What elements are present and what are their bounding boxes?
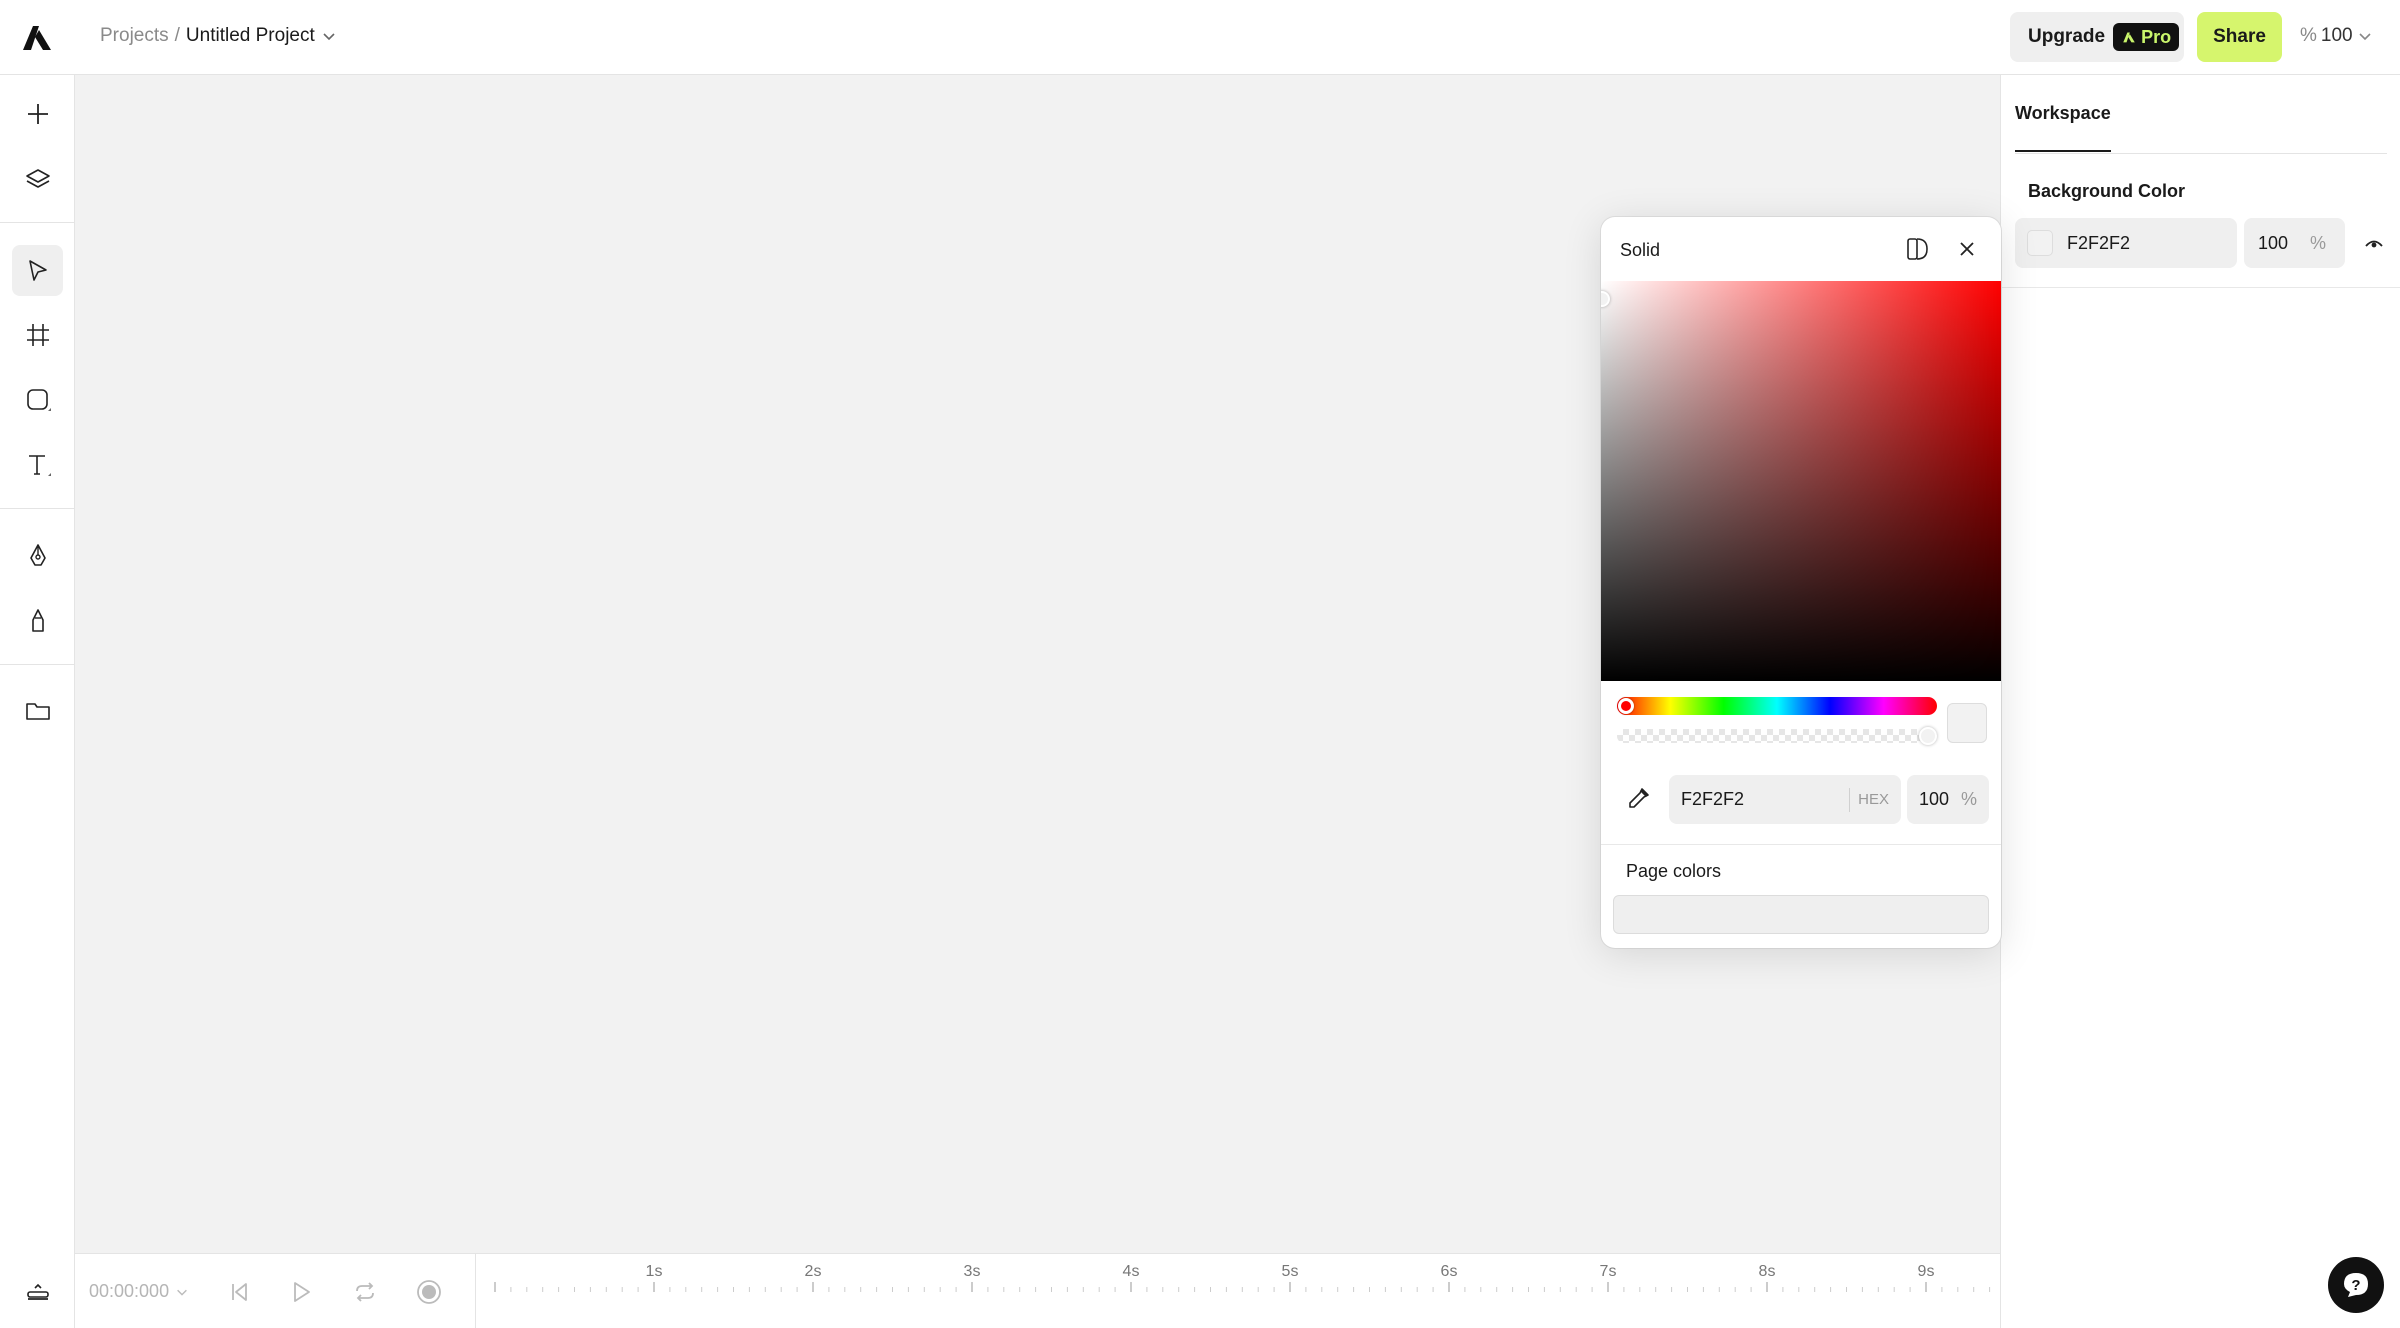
upgrade-label: Upgrade [2028,26,2106,47]
share-button[interactable]: Share [2197,12,2282,62]
add-button[interactable] [12,88,63,139]
chevron-down-icon[interactable] [321,28,337,44]
tab-workspace[interactable]: Workspace [2015,103,2111,152]
panel-divider [2001,287,2400,288]
ruler-tick-label: 6s [1441,1263,1458,1280]
help-button[interactable]: ? [2328,1257,2384,1313]
close-icon[interactable] [1956,238,1978,260]
toolbar-divider [0,222,75,223]
saturation-value-area[interactable] [1601,281,2001,681]
color-picker-popup: Solid F2F2F2 HEX 100 % Page colors [1601,217,2001,948]
ruler-tick-label: 1s [646,1263,663,1280]
pro-badge: Pro [2113,23,2180,51]
toolbar-divider [0,508,75,509]
ruler-tick-label: 2s [805,1263,822,1280]
eyedropper-icon[interactable] [1625,786,1651,812]
background-color-field[interactable]: F2F2F2 [2015,218,2237,268]
background-opacity-field[interactable]: 100 % [2244,218,2345,268]
alpha-slider[interactable] [1617,727,1937,745]
breadcrumb-projects-link[interactable]: Projects [100,25,169,47]
layers-icon [25,168,50,188]
top-bar: Projects / Untitled Project Upgrade Pro … [0,0,2400,75]
assets-button[interactable] [12,685,63,736]
pro-label: Pro [2141,26,2172,47]
timeline-ruler[interactable]: 1s 2s 3s 4s 5s 6s 7s 8s 9s [485,1254,1995,1328]
shape-icon [26,388,51,411]
ruler-tick-label: 8s [1759,1263,1776,1280]
saturation-handle[interactable] [1601,291,1610,307]
current-time: 00:00:000 [89,1281,170,1301]
select-icon [28,259,47,281]
background-color-label: Background Color [2028,181,2186,201]
record-icon[interactable] [415,1278,443,1306]
frame-tool[interactable] [12,309,63,360]
hue-handle[interactable] [1618,698,1634,714]
background-hex-value: F2F2F2 [2067,232,2131,253]
ruler-tick-label: 4s [1123,1263,1140,1280]
timeline-divider [475,1254,476,1328]
timeline-toggle-button[interactable] [12,1265,63,1316]
zoom-value: 100 [2320,25,2353,46]
fill-mode-label[interactable]: Solid [1620,240,1660,261]
ruler-tick-label: 5s [1282,1263,1299,1280]
upgrade-button[interactable]: Upgrade Pro [2010,12,2184,62]
time-readout[interactable]: 00:00:000 [89,1281,189,1302]
pencil-icon [31,608,44,632]
opacity-value: 100 [1919,789,1950,809]
breadcrumb: Projects / Untitled Project [100,25,337,47]
opacity-unit: % [2310,232,2327,253]
add-icon [27,103,48,124]
background-opacity-value: 100 [2258,232,2289,253]
alpha-handle[interactable] [1919,727,1937,745]
hex-divider [1849,787,1851,812]
play-icon[interactable] [287,1278,315,1306]
zoom-control[interactable]: % 100 [2300,25,2373,47]
layers-button[interactable] [12,153,63,204]
ruler-tick-label: 9s [1918,1263,1935,1280]
chevron-down-icon [2359,33,2371,41]
timeline-toggle-icon [26,1283,49,1300]
page-colors-list [1613,895,1989,934]
pen-icon [29,543,46,566]
zoom-prefix: % [2300,25,2317,46]
tab-underline [2015,153,2387,154]
loop-icon[interactable] [351,1278,379,1306]
shape-tool[interactable] [12,374,63,425]
color-preview-swatch [1947,703,1987,743]
toolbar-divider [0,664,75,665]
app-logo-icon[interactable] [20,20,54,54]
visibility-icon[interactable] [2363,233,2385,255]
frame-icon [26,323,49,346]
pencil-tool[interactable] [12,595,63,646]
opacity-unit: % [1961,789,1978,809]
pen-tool[interactable] [12,530,63,581]
ruler-tick-label: 3s [964,1263,981,1280]
breadcrumb-separator: / [174,25,180,46]
folder-icon [25,702,50,720]
svg-text:?: ? [2351,1277,2360,1294]
chevron-down-icon [177,1289,187,1296]
text-tool[interactable] [12,439,63,490]
hex-value: F2F2F2 [1681,789,1745,809]
pro-logo-icon [2123,32,2135,43]
color-format-label[interactable]: HEX [1858,791,1901,808]
select-tool[interactable] [12,245,63,296]
hex-input[interactable]: F2F2F2 HEX [1669,775,1901,824]
opacity-input[interactable]: 100 % [1907,775,1989,824]
skip-back-icon[interactable] [225,1278,253,1306]
hue-slider[interactable] [1617,697,1937,715]
left-toolbar [0,75,75,1328]
gradient-toggle-icon[interactable] [1904,236,1930,262]
background-color-swatch[interactable] [2027,230,2053,256]
picker-divider [1601,844,2001,845]
help-icon: ? [2344,1273,2368,1297]
properties-panel: Workspace Background Color F2F2F2 100 % [2000,75,2400,1328]
ruler-tick-label: 7s [1600,1263,1617,1280]
page-colors-label: Page colors [1626,861,1722,881]
project-title[interactable]: Untitled Project [186,25,315,47]
text-icon [28,454,51,476]
timeline: 00:00:000 1s 2s 3s 4s 5s 6s 7s 8s 9s [75,1253,2000,1328]
